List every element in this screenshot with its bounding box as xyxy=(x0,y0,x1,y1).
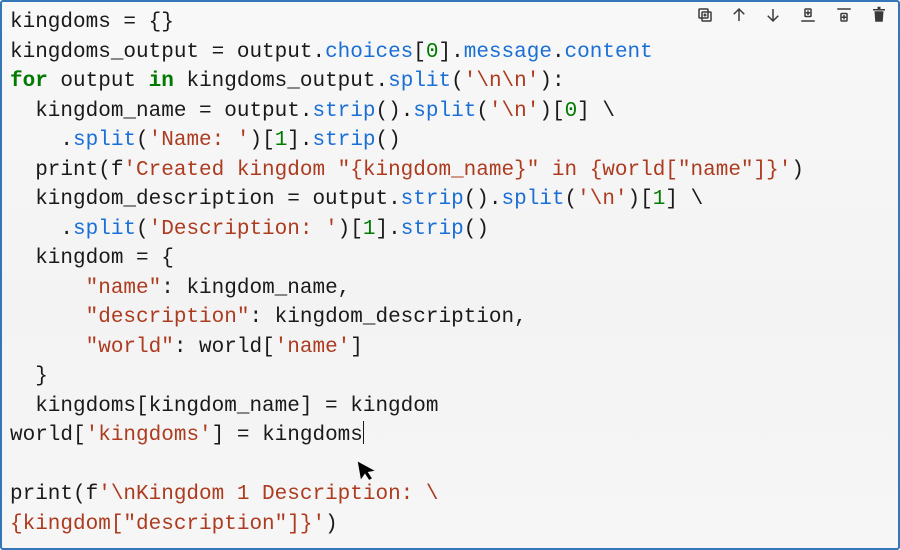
code-str: '\n\n' xyxy=(464,70,540,93)
code-str: 'Name: ' xyxy=(149,129,250,152)
code-text xyxy=(10,306,86,329)
code-keyword: in xyxy=(149,70,174,93)
code-str: '\n' xyxy=(577,188,627,211)
code-text xyxy=(10,277,86,300)
code-keyword: for xyxy=(10,70,48,93)
code-text: : kingdom_name, xyxy=(161,277,350,300)
code-text: . xyxy=(10,129,73,152)
code-str: 'Created kingdom "{kingdom_name}" in {wo… xyxy=(123,159,791,182)
code-num: 0 xyxy=(426,41,439,64)
code-attr: choices xyxy=(325,41,413,64)
code-text: world[ xyxy=(10,424,86,447)
code-text: kingdom_description = output xyxy=(10,188,388,211)
code-attr: split xyxy=(502,188,565,211)
code-num: 1 xyxy=(653,188,666,211)
code-num: 1 xyxy=(363,218,376,241)
code-str: {kingdom["description"]}' xyxy=(10,513,325,536)
code-attr: split xyxy=(413,100,476,123)
code-str: '\nKingdom 1 Description: \ xyxy=(98,483,438,506)
code-str: '\n' xyxy=(489,100,539,123)
code-str: 'name' xyxy=(275,336,351,359)
code-text: : kingdom_description, xyxy=(249,306,526,329)
code-attr: strip xyxy=(401,188,464,211)
code-line: kingdoms = {} xyxy=(10,11,174,34)
code-text: kingdom = { xyxy=(10,247,174,270)
code-attr: strip xyxy=(313,129,376,152)
code-attr: message xyxy=(464,41,552,64)
code-text: kingdoms_output xyxy=(174,70,376,93)
code-text: ] xyxy=(350,336,363,359)
code-str: "world" xyxy=(86,336,174,359)
code-text: output xyxy=(48,70,149,93)
code-text: . xyxy=(10,218,73,241)
code-text: ) xyxy=(325,513,338,536)
code-str: 'Description: ' xyxy=(149,218,338,241)
text-caret xyxy=(363,421,364,444)
code-text: kingdoms[kingdom_name] = kingdom xyxy=(10,395,438,418)
code-attr: split xyxy=(73,218,136,241)
code-line: kingdoms_output = output xyxy=(10,41,312,64)
code-num: 0 xyxy=(565,100,578,123)
code-text: : world[ xyxy=(174,336,275,359)
code-str: 'kingdoms' xyxy=(86,424,212,447)
code-text: print(f xyxy=(10,483,98,506)
code-attr: strip xyxy=(312,100,375,123)
code-attr: split xyxy=(73,129,136,152)
code-text: kingdom_name = output xyxy=(10,100,300,123)
code-text: print(f xyxy=(10,159,123,182)
code-editor[interactable]: kingdoms = {} kingdoms_output = output. c… xyxy=(10,8,890,544)
code-text: } xyxy=(10,365,48,388)
code-attr: strip xyxy=(401,218,464,241)
code-text: ] = kingdoms xyxy=(212,424,363,447)
code-attr: split xyxy=(388,70,451,93)
code-attr: content xyxy=(565,41,653,64)
code-num: 1 xyxy=(275,129,288,152)
code-cell[interactable]: kingdoms = {} kingdoms_output = output. c… xyxy=(0,0,900,550)
code-str: "name" xyxy=(86,277,162,300)
code-text xyxy=(10,336,86,359)
code-str: "description" xyxy=(86,306,250,329)
